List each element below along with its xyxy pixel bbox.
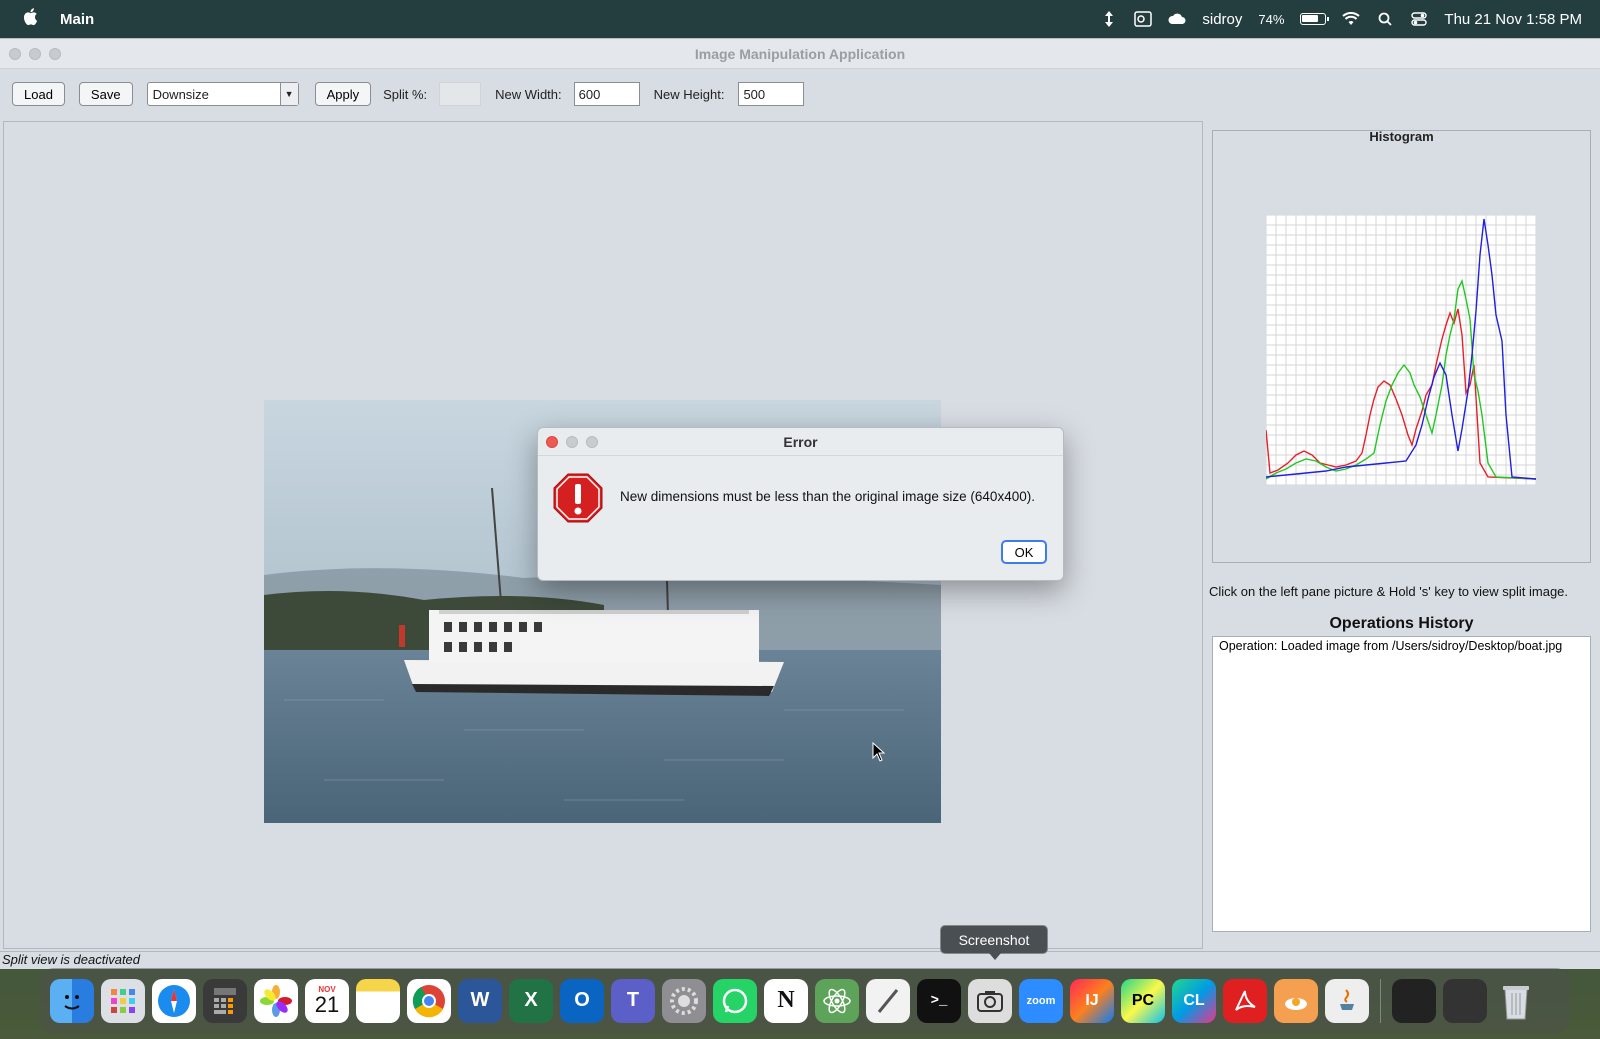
new-width-field[interactable]: 600: [573, 82, 640, 106]
apply-button[interactable]: Apply: [314, 82, 372, 106]
operations-history-title: Operations History: [1329, 615, 1474, 632]
toolbar: Load Save Downsize ▼ Apply Split %: New …: [12, 81, 805, 107]
outlook-menu-icon[interactable]: [1134, 11, 1153, 27]
ok-button[interactable]: OK: [1001, 540, 1047, 564]
finder-icon[interactable]: [50, 978, 94, 1023]
calendar-icon[interactable]: NOV 21: [305, 978, 349, 1023]
menu-app-name[interactable]: Main: [60, 11, 94, 28]
dock-tooltip: Screenshot: [940, 925, 1048, 960]
operation-selected-value: Downsize: [152, 86, 209, 102]
word-icon[interactable]: W: [458, 978, 502, 1023]
search-icon[interactable]: [1376, 11, 1394, 27]
control-center-icon[interactable]: [1410, 11, 1428, 27]
menu-user[interactable]: sidroy: [1202, 11, 1242, 28]
chrome-icon[interactable]: [407, 978, 451, 1023]
error-dialog: Error New dimensions must be less than t…: [537, 427, 1064, 581]
dialog-title: Error: [783, 434, 818, 450]
histogram-panel: Histogram: [1212, 129, 1591, 563]
notes-icon[interactable]: [356, 978, 400, 1023]
system-settings-icon[interactable]: [662, 978, 706, 1023]
launchpad-icon[interactable]: [101, 978, 145, 1023]
new-height-label: New Height:: [653, 86, 725, 102]
split-view-hint: Click on the left pane picture & Hold 's…: [1209, 584, 1569, 599]
clion-icon[interactable]: CL: [1172, 978, 1216, 1023]
cloud-icon[interactable]: [1168, 11, 1186, 27]
dock-separator: [1380, 978, 1381, 1023]
arrow-updown-icon[interactable]: [1100, 11, 1118, 27]
acrobat-icon[interactable]: [1223, 978, 1267, 1023]
calendar-day: 21: [314, 992, 340, 1017]
recent-window-thumbnail[interactable]: [1443, 978, 1487, 1023]
battery-percent: 74%: [1258, 11, 1285, 27]
teams-icon[interactable]: T: [611, 978, 655, 1023]
menu-datetime[interactable]: Thu 21 Nov 1:58 PM: [1444, 11, 1582, 28]
histogram-title: Histogram: [1369, 129, 1434, 144]
zoom-icon[interactable]: zoom: [1019, 978, 1063, 1023]
trash-icon[interactable]: [1494, 979, 1538, 1023]
menu-bar: Main sidroy 74% Thu 21 Nov 1:58 PM: [0, 0, 1600, 38]
mouse-cursor-icon: [872, 742, 886, 762]
split-label: Split %:: [383, 86, 428, 102]
new-height-field[interactable]: 500: [738, 82, 805, 106]
safari-icon[interactable]: [152, 978, 196, 1023]
excel-icon[interactable]: X: [509, 978, 553, 1023]
atom-icon[interactable]: [815, 978, 859, 1023]
operation-select[interactable]: Downsize ▼: [146, 82, 299, 106]
save-button[interactable]: Save: [78, 82, 133, 106]
java-icon[interactable]: [1325, 978, 1369, 1023]
chevron-down-icon[interactable]: ▼: [279, 83, 298, 105]
list-item: Operation: Loaded image from /Users/sidr…: [1219, 639, 1563, 653]
whatsapp-icon[interactable]: [713, 978, 757, 1023]
load-button[interactable]: Load: [12, 82, 65, 106]
battery-icon[interactable]: [1300, 13, 1330, 25]
window-title: Image Manipulation Application: [694, 46, 906, 62]
wifi-icon[interactable]: [1342, 11, 1361, 27]
photos-icon[interactable]: [254, 978, 298, 1023]
status-bar: Split view is deactivated: [0, 951, 1600, 969]
histogram-chart: [1266, 215, 1536, 485]
apple-icon[interactable]: [22, 7, 40, 31]
terminal-icon[interactable]: >_: [917, 978, 961, 1023]
new-width-label: New Width:: [495, 86, 562, 102]
intellij-icon[interactable]: IJ: [1070, 978, 1114, 1023]
screenshot-icon[interactable]: [968, 978, 1012, 1023]
textedit-icon[interactable]: [866, 978, 910, 1023]
recent-window-thumbnail[interactable]: [1392, 978, 1436, 1023]
error-icon: [553, 473, 603, 523]
calculator-icon[interactable]: [203, 978, 247, 1023]
dock: NOV 21 W X O T N >_ zoom IJ PC CL: [40, 968, 1570, 1033]
pycharm-icon[interactable]: PC: [1121, 978, 1165, 1023]
operations-history-list[interactable]: Operation: Loaded image from /Users/sidr…: [1212, 636, 1591, 932]
dialog-titlebar[interactable]: Error: [538, 428, 1063, 456]
dialog-message: New dimensions must be less than the ori…: [620, 489, 1035, 504]
split-percent-field[interactable]: [439, 82, 482, 106]
outlook-icon[interactable]: O: [560, 978, 604, 1023]
window-titlebar[interactable]: Image Manipulation Application: [0, 39, 1600, 69]
notion-icon[interactable]: N: [764, 978, 808, 1023]
cooking-app-icon[interactable]: [1274, 978, 1318, 1023]
